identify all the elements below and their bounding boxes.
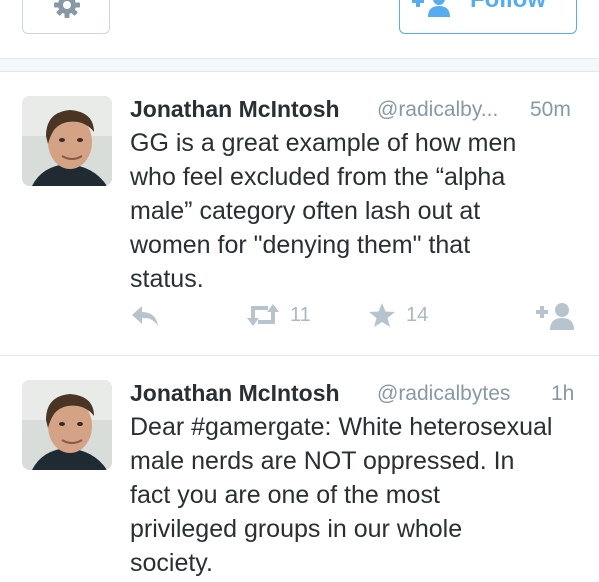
follow-label: Follow	[470, 0, 546, 12]
timeline-gap	[0, 59, 599, 72]
gear-icon	[54, 0, 80, 18]
avatar[interactable]	[22, 380, 112, 470]
timestamp[interactable]: 1h	[551, 382, 574, 406]
tweet-text: GG is a great example of how men who fee…	[130, 126, 580, 296]
avatar[interactable]	[22, 96, 112, 186]
tweet-text-line: Dear #gamergate: White heterosexual	[130, 413, 553, 441]
reply-button[interactable]	[130, 304, 160, 328]
tweet-text-line: who feel excluded from the “alpha	[130, 163, 506, 191]
add-user-icon	[536, 303, 574, 330]
follow-button[interactable]: Follow	[399, 0, 577, 34]
author-handle[interactable]: @radicalbytes	[377, 382, 510, 406]
tweet-text-line: status.	[130, 265, 204, 293]
author-name[interactable]: Jonathan McIntosh	[130, 96, 340, 123]
top-bar: Follow	[0, 0, 599, 59]
settings-button[interactable]	[22, 0, 110, 34]
tweet-actions: 11 14	[0, 302, 599, 336]
add-user-icon	[412, 0, 450, 17]
author-name[interactable]: Jonathan McIntosh	[130, 380, 340, 407]
retweet-icon	[247, 304, 279, 326]
tweet-text-line: privileged groups in our whole	[130, 515, 463, 543]
tweet-text-line: male” category often lash out at	[130, 197, 481, 225]
tweet-text: Dear #gamergate: White heterosexual male…	[130, 410, 580, 580]
favorite-count: 14	[406, 303, 429, 326]
tweet-text-line: fact you are one of the most	[130, 481, 440, 509]
retweet-button[interactable]: 11	[246, 302, 311, 328]
avatar-photo	[22, 96, 112, 186]
tweet-text-line: male nerds are NOT oppressed. In	[130, 447, 515, 475]
avatar-photo	[22, 380, 112, 470]
tweet-text-line: GG is a great example of how men	[130, 129, 517, 157]
tweet[interactable]: Jonathan McIntosh @radicalbytes 1h Dear …	[0, 356, 599, 582]
tweet[interactable]: Jonathan McIntosh @radicalby... 50m GG i…	[0, 72, 599, 356]
retweet-count: 11	[290, 303, 311, 326]
star-icon	[369, 303, 395, 327]
reply-icon	[132, 306, 158, 326]
follow-author-button[interactable]	[536, 302, 576, 330]
timestamp[interactable]: 50m	[530, 98, 571, 122]
tweet-text-line: women for "denying them" that	[130, 231, 471, 259]
tweet-text-line: society.	[130, 549, 213, 577]
favorite-button[interactable]: 14	[368, 302, 428, 328]
author-handle[interactable]: @radicalby...	[377, 98, 498, 122]
